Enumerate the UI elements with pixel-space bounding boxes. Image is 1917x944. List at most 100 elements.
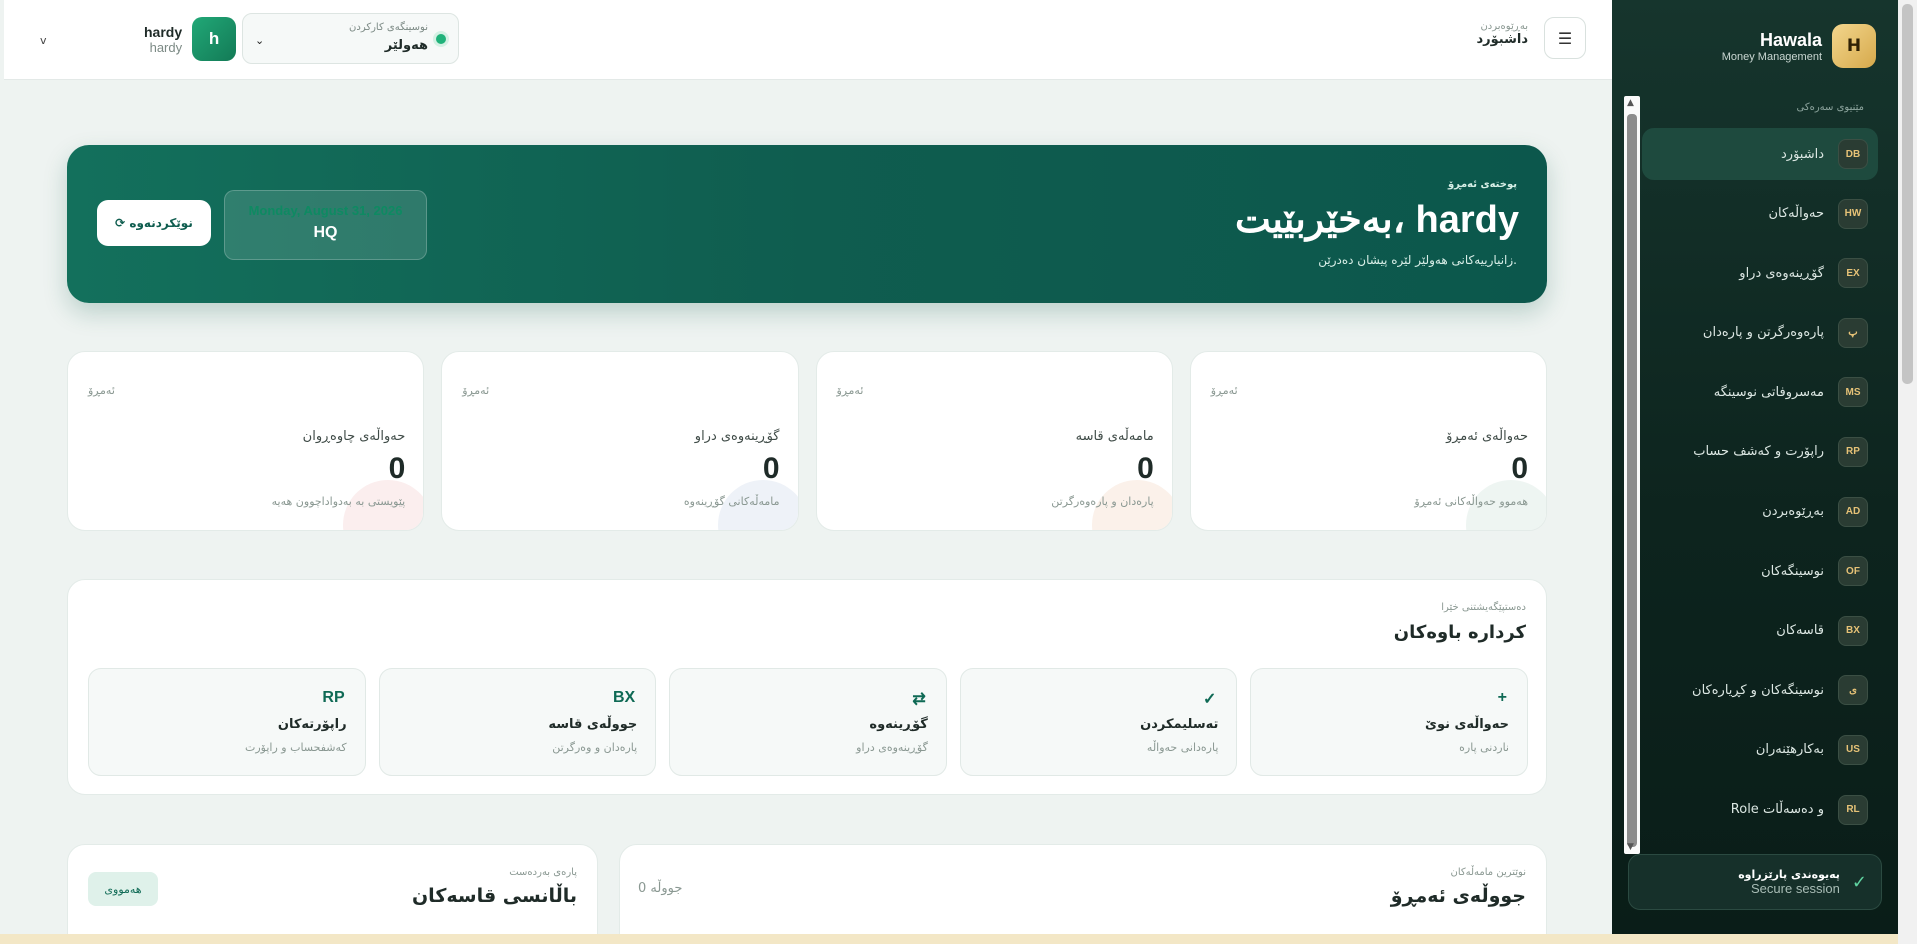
sidebar: H Hawala Money Management ▲ ▼ مێنیوی سەر… <box>1612 0 1898 934</box>
sidebar-item-label: مەسروفاتی نوسینگە <box>1713 384 1824 400</box>
nav-badge-icon: AD <box>1838 496 1868 527</box>
sidebar-item-label: Role و دەسەڵات <box>1730 802 1824 818</box>
sidebar-item-exchange[interactable]: EX گۆڕینەوەی دراو <box>1642 247 1878 299</box>
caret-down-icon[interactable]: v <box>40 34 47 47</box>
stat-subtitle: پارەدان و پارەوەرگرتن <box>1051 495 1154 508</box>
sidebar-item-cashboxes[interactable]: BX قاسەکان <box>1642 605 1878 657</box>
scroll-down-icon[interactable]: ▼ <box>1627 842 1634 852</box>
nav-badge-icon: HW <box>1838 198 1868 229</box>
check-icon: ✓ <box>1851 871 1867 893</box>
cashbox-icon: BX <box>612 689 636 706</box>
sidebar-item-offices-customers[interactable]: ی نوسینگەکان و کڕیارەکان <box>1642 664 1878 716</box>
stat-card-currency-exchange[interactable]: ئەمڕۆ گۆڕینەوەی دراو 0 مامەڵەکانی گۆڕینە… <box>441 351 799 531</box>
scroll-up-icon[interactable]: ▲ <box>1627 98 1634 108</box>
office-selector[interactable]: نوسینگەی کارکردن هەولێر ⌄ <box>242 13 459 64</box>
office-selector-value: هەولێر <box>384 38 428 53</box>
card-title: جووڵەی ئەمڕۆ <box>1390 885 1526 907</box>
user-menu[interactable]: hardy hardy h <box>144 17 237 61</box>
plus-icon: + <box>1497 689 1507 706</box>
quick-action-subtitle: گۆڕینەوەی دراو <box>856 741 928 754</box>
stat-card-pending-transfers[interactable]: ئەمڕۆ حەواڵەی چاوەڕوان 0 پێویستی بە بەدو… <box>67 351 425 531</box>
quick-action-subtitle: پارەدان و وەرگرتن <box>552 741 638 754</box>
stat-tag: ئەمڕۆ <box>88 384 115 397</box>
stat-tag: ئەمڕۆ <box>462 384 490 397</box>
sidebar-scroll-thumb[interactable] <box>1627 114 1637 847</box>
stat-tag: ئەمڕۆ <box>836 384 864 397</box>
banner-description: زانیارییەکانی هەولێر لێرە پیشان دەدرێن. <box>1318 253 1517 267</box>
nav-badge-icon: پ <box>1838 317 1868 348</box>
brand-logo: H <box>1832 24 1876 68</box>
stat-label: حەواڵەی چاوەڕوان <box>302 429 406 444</box>
quick-action-subtitle: ناردنی پارە <box>1459 741 1509 754</box>
secure-session-badge: ✓ پەیوەندی پارێزراوە Secure session <box>1628 854 1882 910</box>
view-all-button[interactable]: هەمووی <box>88 872 158 906</box>
current-date: Monday, August 31, 2026 <box>248 203 403 218</box>
banner-kicker: پوختەی ئەمڕۆ <box>1447 179 1517 190</box>
quick-actions-grid: + حەواڵەی نوێ ناردنی پارە ✓ تەسلیمکردن پ… <box>88 668 1528 776</box>
quick-action-reports[interactable]: RP راپۆرتەکان کەشفحساب و راپۆرت <box>88 668 366 776</box>
sidebar-item-dashboard[interactable]: DB داشبۆرد <box>1642 128 1878 180</box>
page-scroll-thumb[interactable] <box>1902 4 1913 384</box>
today-transactions-card: نوێترین مامەڵەکان جووڵەی ئەمڕۆ 0 جووڵە <box>619 844 1547 944</box>
secure-session-text: پەیوەندی پارێزراوە Secure session <box>1738 868 1840 896</box>
stat-label: حەواڵەی ئەمڕۆ <box>1446 429 1528 444</box>
cashbox-balance-card: پارەی بەردەست باڵانسی قاسەکان هەمووی <box>67 844 598 944</box>
quick-actions-title: کردارە باوەکان <box>1393 622 1526 643</box>
stat-value: 0 <box>1511 452 1528 485</box>
report-icon: RP <box>322 689 345 706</box>
nav-badge-icon: MS <box>1838 377 1868 408</box>
nav-badge-icon: ی <box>1838 675 1868 706</box>
welcome-banner: پوختەی ئەمڕۆ بەخێربێیت، hardy زانیارییەک… <box>67 145 1547 303</box>
stats-row: ئەمڕۆ حەواڵەی ئەمڕۆ 0 هەموو حەواڵەکانی ئ… <box>67 351 1547 531</box>
user-username: hardy <box>149 39 183 55</box>
quick-actions-kicker: دەستپێگەیشتنی خێرا <box>1441 602 1526 613</box>
quick-action-delivery[interactable]: ✓ تەسلیمکردن پارەدانی حەواڵە <box>959 668 1238 776</box>
sidebar-item-offices[interactable]: OF نوسینگەکان <box>1642 545 1878 597</box>
page-scrollbar[interactable] <box>1898 0 1917 944</box>
quick-action-subtitle: پارەدانی حەواڵە <box>1146 741 1219 754</box>
quick-action-title: جووڵەی قاسە <box>548 717 638 732</box>
sidebar-item-label: پارەوەرگرتن و پارەدان <box>1702 325 1824 341</box>
avatar[interactable]: h <box>192 17 237 61</box>
nav-badge-icon: DB <box>1838 139 1868 169</box>
quick-action-title: گۆڕینەوە <box>869 717 928 732</box>
quick-action-exchange[interactable]: ⇄ گۆڕینەوە گۆڕینەوەی دراو <box>669 668 947 776</box>
sidebar-item-roles[interactable]: RL Role و دەسەڵات <box>1642 784 1878 836</box>
quick-action-cashbox[interactable]: BX جووڵەی قاسە پارەدان و وەرگرتن <box>378 668 657 776</box>
stat-subtitle: هەموو حەواڵەکانی ئەمڕۆ <box>1414 495 1528 508</box>
user-info: hardy hardy <box>144 24 182 55</box>
menu-toggle-button[interactable]: ☰ <box>1544 17 1586 59</box>
top-header: ☰ بەڕێوەبردن داشبۆرد نوسینگەی کارکردن هە… <box>4 0 1612 80</box>
sidebar-item-transfers[interactable]: HW حەواڵەکان <box>1642 188 1878 240</box>
status-dot-icon <box>436 34 446 44</box>
sidebar-item-reports[interactable]: RP راپۆرت و کەشف حساب <box>1642 426 1878 478</box>
quick-action-new-transfer[interactable]: + حەواڵەی نوێ ناردنی پارە <box>1250 668 1528 776</box>
secure-subtitle: Secure session <box>1751 881 1840 896</box>
quick-action-subtitle: کەشفحساب و راپۆرت <box>245 741 347 754</box>
stat-value: 0 <box>388 452 406 485</box>
sidebar-item-payments[interactable]: پ پارەوەرگرتن و پارەدان <box>1642 307 1878 359</box>
quick-action-title: راپۆرتەکان <box>277 717 347 732</box>
sidebar-scrollbar[interactable]: ▲ ▼ <box>1624 96 1640 854</box>
sidebar-item-admin[interactable]: AD بەڕێوەبردن <box>1642 486 1878 538</box>
nav-badge-icon: BX <box>1838 615 1868 646</box>
refresh-button[interactable]: ⟳ نوێکردنەوە <box>97 200 211 246</box>
nav-section-title: مێنیوی سەرەکی <box>1796 102 1865 113</box>
stat-value: 0 <box>762 452 780 485</box>
sidebar-item-users[interactable]: US بەکارهێنەران <box>1642 724 1878 776</box>
sidebar-item-label: قاسەکان <box>1776 623 1824 639</box>
brand-subtitle: Money Management <box>1721 50 1822 63</box>
secure-title: پەیوەندی پارێزراوە <box>1738 868 1840 881</box>
stat-card-today-transfers[interactable]: ئەمڕۆ حەواڵەی ئەمڕۆ 0 هەموو حەواڵەکانی ئ… <box>1189 351 1547 531</box>
nav-badge-icon: EX <box>1838 258 1868 289</box>
brand-name: Hawala <box>1759 29 1822 50</box>
sidebar-item-expenses[interactable]: MS مەسروفاتی نوسینگە <box>1642 366 1878 418</box>
stat-card-cashbox-transactions[interactable]: ئەمڕۆ مامەڵەی قاسە 0 پارەدان و پارەوەرگر… <box>815 351 1173 531</box>
chevron-down-icon: ⌄ <box>255 34 265 47</box>
breadcrumb-parent: بەڕێوەبردن <box>1480 21 1528 32</box>
sidebar-item-label: راپۆرت و کەشف حساب <box>1693 444 1824 460</box>
check-icon: ✓ <box>1203 691 1217 708</box>
sidebar-item-label: نوسینگەکان <box>1761 563 1824 579</box>
brand-text: Hawala Money Management <box>1722 30 1822 63</box>
sidebar-item-label: گۆڕینەوەی دراو <box>1739 265 1824 281</box>
